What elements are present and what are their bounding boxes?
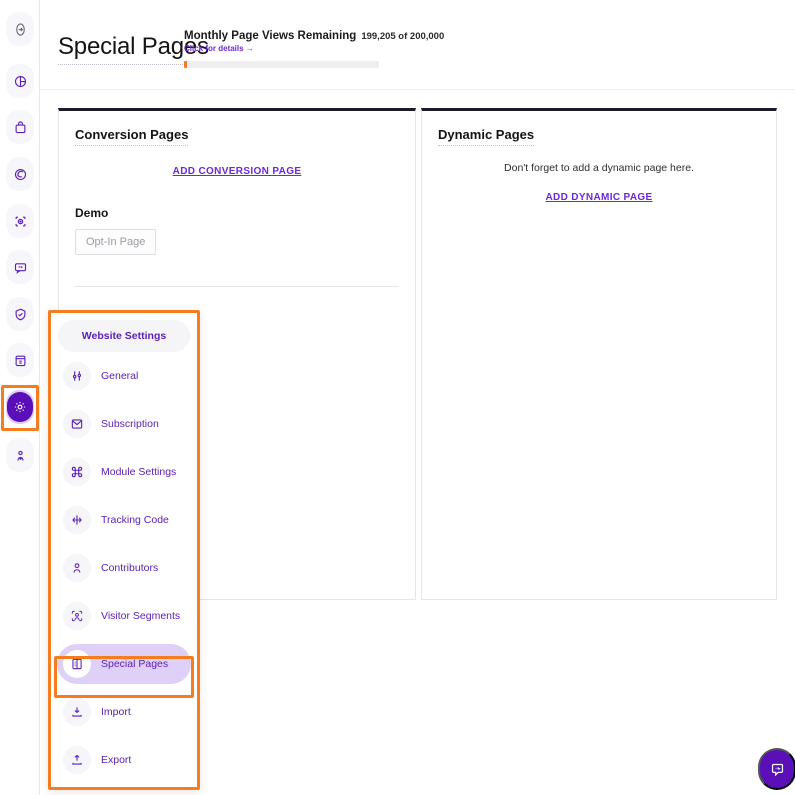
- special-pages-icon: [63, 650, 91, 678]
- rail-item-funnels[interactable]: [6, 157, 34, 191]
- menu-item-label: Import: [101, 706, 131, 718]
- website-settings-menu: Website Settings General Subscription Mo…: [48, 310, 200, 790]
- app-root: Special Pages Monthly Page Views Remaini…: [0, 0, 795, 795]
- command-grid-icon: [63, 458, 91, 486]
- analytics-pie-icon: [14, 75, 26, 87]
- dynamic-pages-title: Dynamic Pages: [438, 127, 535, 146]
- funnel-spiral-icon: [14, 168, 26, 180]
- add-conversion-page-link[interactable]: ADD CONVERSION PAGE: [59, 166, 415, 177]
- menu-item-visitor-segments[interactable]: Visitor Segments: [57, 596, 191, 636]
- rail-item-messages[interactable]: [6, 250, 34, 284]
- menu-item-import[interactable]: Import: [57, 692, 191, 732]
- shopping-bag-icon: [15, 120, 25, 133]
- quota-details-link[interactable]: Click for details →: [184, 44, 424, 53]
- menu-item-label: Tracking Code: [101, 514, 169, 526]
- rail-item-analytics[interactable]: [6, 64, 34, 98]
- target-scan-icon: [15, 216, 25, 226]
- rail-item-goals[interactable]: [6, 204, 34, 238]
- dynamic-pages-card: Dynamic Pages Don't forget to add a dyna…: [421, 108, 777, 600]
- conversion-divider: [75, 286, 399, 287]
- menu-item-subscription[interactable]: Subscription: [57, 404, 191, 444]
- envelope-icon: [63, 410, 91, 438]
- menu-item-label: Contributors: [101, 562, 159, 574]
- menu-item-label: Visitor Segments: [101, 610, 181, 622]
- quota-label: Monthly Page Views Remaining: [184, 30, 357, 42]
- rail-item-commerce[interactable]: [6, 110, 34, 144]
- conversion-group-name: Demo: [75, 206, 109, 220]
- page-header: Special Pages Monthly Page Views Remaini…: [40, 0, 795, 90]
- gear-icon: [14, 401, 26, 413]
- user-pin-icon: [16, 450, 24, 461]
- rail-item-records[interactable]: [6, 343, 34, 377]
- rail-item-settings[interactable]: [6, 390, 34, 424]
- menu-item-contributors[interactable]: Contributors: [57, 548, 191, 588]
- menu-item-label: Module Settings: [101, 466, 177, 478]
- menu-item-general[interactable]: General: [57, 356, 191, 396]
- menu-item-label: Special Pages: [101, 658, 169, 670]
- rail-active-knob: [7, 392, 33, 422]
- quota-widget: Monthly Page Views Remaining 199,205 of …: [184, 30, 444, 68]
- chat-support-button[interactable]: [758, 748, 795, 790]
- conversion-pages-title: Conversion Pages: [75, 127, 189, 146]
- chat-bubble-icon: [14, 262, 26, 274]
- menu-item-label: General: [101, 370, 139, 382]
- upload-icon: [63, 746, 91, 774]
- menu-item-export[interactable]: Export: [57, 740, 191, 780]
- dashboard-icon: [15, 22, 25, 36]
- shield-check-icon: [15, 308, 25, 320]
- quota-count: 199,205 of 200,000: [361, 31, 445, 42]
- website-settings-header[interactable]: Website Settings: [58, 320, 190, 352]
- rail-item-account[interactable]: [6, 438, 34, 472]
- dynamic-pages-empty-text: Don't forget to add a dynamic page here.: [504, 162, 694, 174]
- quota-progress-track: [184, 61, 379, 68]
- quota-line: Monthly Page Views Remaining 199,205 of …: [184, 30, 444, 42]
- conversion-page-chip[interactable]: Opt-In Page: [75, 229, 157, 255]
- archive-box-icon: [15, 355, 25, 366]
- sliders-icon: [63, 362, 91, 390]
- menu-item-special-pages[interactable]: Special Pages: [57, 644, 191, 684]
- quota-progress-fill: [184, 61, 187, 68]
- menu-item-label: Subscription: [101, 418, 159, 430]
- crosshair-plus-icon: [63, 506, 91, 534]
- download-icon: [63, 698, 91, 726]
- left-rail: [0, 0, 40, 795]
- add-dynamic-page-link[interactable]: ADD DYNAMIC PAGE: [422, 192, 776, 203]
- rail-item-privacy[interactable]: [6, 297, 34, 331]
- menu-item-tracking-code[interactable]: Tracking Code: [57, 500, 191, 540]
- person-icon: [63, 554, 91, 582]
- person-scan-icon: [63, 602, 91, 630]
- menu-item-label: Export: [101, 754, 132, 766]
- menu-item-module-settings[interactable]: Module Settings: [57, 452, 191, 492]
- chat-support-icon: [771, 763, 783, 776]
- rail-item-dashboard[interactable]: [6, 12, 34, 46]
